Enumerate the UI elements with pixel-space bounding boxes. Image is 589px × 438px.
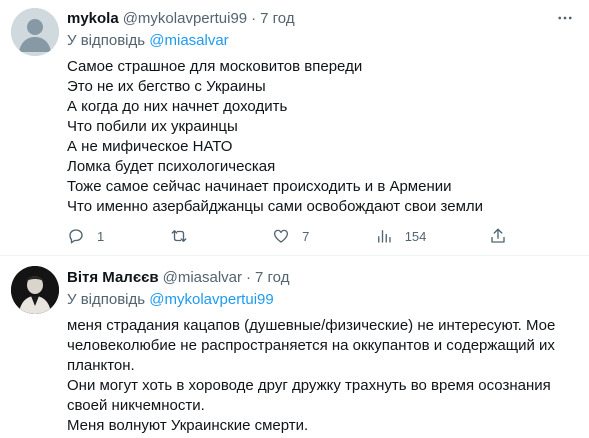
- author-name[interactable]: mykola: [67, 10, 119, 27]
- tweet-text-line: Они могут хоть в хороводе друг дружку тр…: [67, 377, 551, 394]
- tweet-text-line: меня страдания кацапов (душевные/физичес…: [67, 317, 556, 334]
- avatar-default[interactable]: [11, 8, 59, 56]
- avatar-vitya-maleev[interactable]: [11, 266, 59, 314]
- retweet-button[interactable]: [170, 227, 210, 245]
- views-icon: [377, 230, 391, 243]
- timestamp[interactable]: 7 год: [255, 269, 289, 286]
- profile-photo-icon: [11, 266, 59, 314]
- reply-prefix: У відповідь: [67, 291, 146, 308]
- reply-icon: [69, 229, 83, 244]
- share-button[interactable]: [489, 227, 507, 245]
- tweet-text: меня страдания кацапов (душевные/физичес…: [67, 316, 577, 436]
- tweet-text-line: планктон.: [67, 357, 135, 374]
- reply-context: У відповідь @miasalvar: [67, 31, 577, 51]
- reply-mention-link[interactable]: @miasalvar: [149, 32, 228, 49]
- tweet-text-line: Что именно азербайджанцы сами освобождаю…: [67, 198, 484, 215]
- reply-context: У відповідь @mykolavpertui99: [67, 290, 577, 310]
- tweet-text-line: своей никчемности.: [67, 397, 205, 414]
- reply-button[interactable]: 1: [67, 227, 107, 245]
- share-icon: [491, 228, 505, 243]
- views-count: 154: [404, 228, 427, 244]
- tweet-text: Самое страшное для московитов впереди Эт…: [67, 57, 577, 217]
- reply-mention-link[interactable]: @mykolavpertui99: [149, 291, 273, 308]
- separator-dot: ·: [246, 268, 252, 286]
- tweet-text-line: А не мифическое НАТО: [67, 138, 233, 155]
- heart-icon: [274, 229, 289, 243]
- tweet-text-line: А когда до них начнет доходить: [67, 98, 288, 115]
- more-button[interactable]: [553, 8, 577, 28]
- tweet-actions: 1 7 154: [67, 226, 507, 246]
- reply-count: 1: [97, 228, 105, 244]
- author-name[interactable]: Вітя Малєєв: [67, 269, 159, 286]
- tweet-text-line: Меня волнуют Украинские смерти.: [67, 417, 309, 434]
- author-handle[interactable]: @miasalvar: [163, 269, 242, 286]
- retweet-icon: [171, 230, 186, 242]
- tweet-text-line: Ломка будет психологическая: [67, 158, 276, 175]
- tweet-text-line: Что побили их украинцы: [67, 118, 238, 135]
- author-handle[interactable]: @mykolavpertui99: [123, 10, 247, 27]
- timestamp[interactable]: 7 год: [260, 10, 294, 27]
- tweet-text-line: человеколюбие не распространяется на окк…: [67, 337, 555, 354]
- tweet-text-line: Тоже самое сейчас начинает происходить и…: [67, 178, 452, 195]
- tweet-text-line: Самое страшное для московитов впереди: [67, 58, 363, 75]
- like-count: 7: [302, 228, 310, 244]
- more-icon: [558, 16, 572, 20]
- separator-dot: ·: [251, 9, 257, 27]
- like-button[interactable]: 7: [272, 227, 312, 245]
- tweet-header: Вітя Малєєв @miasalvar · 7 год: [67, 267, 577, 287]
- tweet-text-line: Это не их бегство с Украины: [67, 78, 266, 95]
- tweet-header: mykola @mykolavpertui99 · 7 год: [67, 8, 577, 28]
- tweet-vitya-maleev[interactable]: Вітя Малєєв @miasalvar · 7 год У відпові…: [0, 256, 589, 438]
- tweet-mykola[interactable]: mykola @mykolavpertui99 · 7 год У відпов…: [0, 0, 589, 256]
- default-avatar-icon: [11, 8, 59, 56]
- reply-prefix: У відповідь: [67, 32, 146, 49]
- views-button[interactable]: 154: [375, 227, 427, 245]
